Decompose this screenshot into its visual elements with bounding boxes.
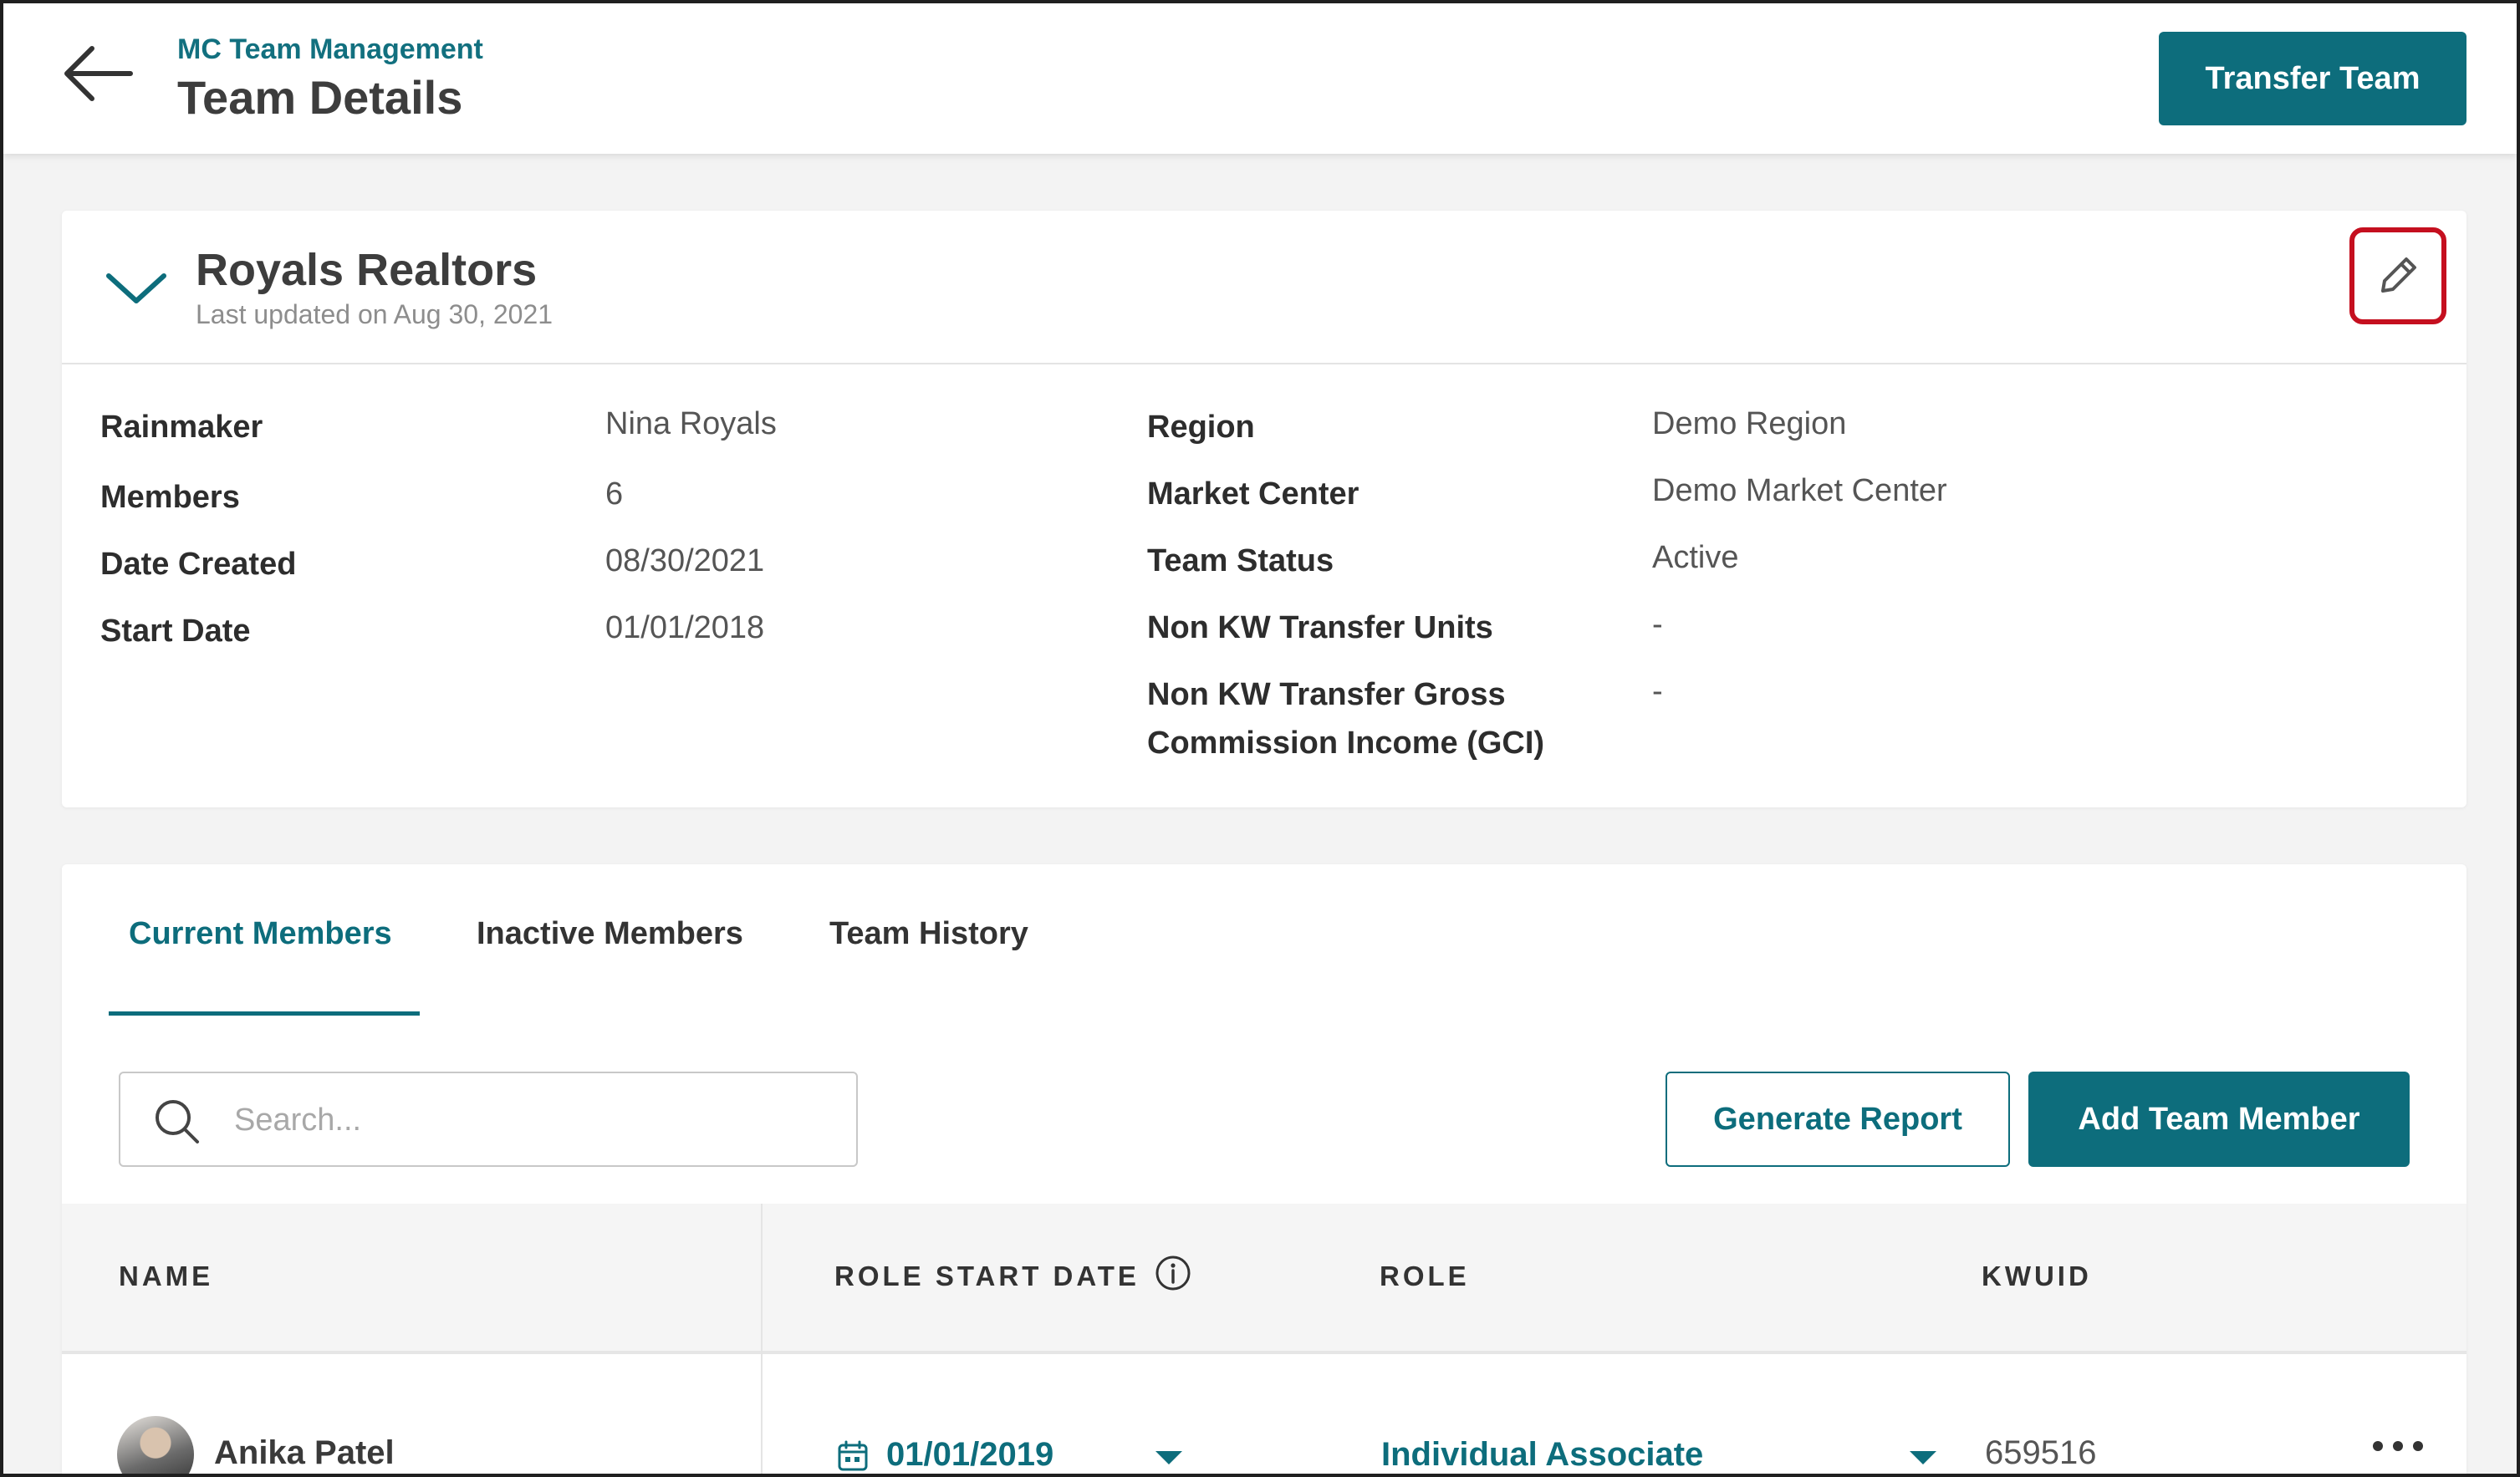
search-box [119, 1072, 858, 1167]
detail-value-team-status: Active [1652, 540, 1739, 575]
last-updated: Last updated on Aug 30, 2021 [196, 299, 553, 329]
detail-label-date-created: Date Created [100, 547, 297, 582]
member-name[interactable]: Anika Patel [214, 1434, 395, 1472]
detail-value-date-created: 08/30/2021 [605, 543, 765, 578]
detail-label-market-center: Market Center [1147, 476, 1359, 512]
detail-value-market-center: Demo Market Center [1652, 473, 1947, 508]
detail-label-region: Region [1147, 410, 1255, 445]
column-header-role[interactable]: ROLE [1380, 1261, 1470, 1292]
caret-down-icon [1155, 1451, 1182, 1464]
members-card: Current Members Inactive Members Team Hi… [62, 864, 2466, 1474]
detail-label-team-status: Team Status [1147, 543, 1334, 578]
team-card-header: Royals Realtors Last updated on Aug 30, … [62, 211, 2466, 364]
info-icon[interactable] [1154, 1254, 1192, 1292]
team-name: Royals Realtors [196, 245, 538, 295]
role-start-date-picker[interactable]: 01/01/2019 [836, 1431, 1182, 1474]
back-arrow-icon [64, 46, 133, 101]
add-team-member-button[interactable]: Add Team Member [2028, 1072, 2410, 1167]
column-header-kwuid[interactable]: KWUID [1982, 1261, 2092, 1292]
transfer-team-button[interactable]: Transfer Team [2159, 32, 2466, 125]
detail-value-start-date: 01/01/2018 [605, 610, 765, 645]
calendar-icon [838, 1440, 868, 1471]
detail-label-rainmaker: Rainmaker [100, 410, 263, 445]
app-window: MC Team Management Team Details Transfer… [0, 0, 2520, 1477]
search-icon [156, 1100, 199, 1143]
role-start-date-value: 01/01/2019 [886, 1436, 1054, 1473]
detail-label-start-date: Start Date [100, 614, 251, 649]
kwuid-value: 659516 [1985, 1434, 2097, 1471]
detail-value-region: Demo Region [1652, 406, 1847, 441]
detail-label-members: Members [100, 480, 240, 515]
back-button[interactable] [59, 40, 139, 107]
detail-value-members: 6 [605, 476, 624, 512]
role-dropdown[interactable]: Individual Associate [1381, 1431, 1941, 1474]
caret-down-icon [1910, 1451, 1936, 1464]
role-value: Individual Associate [1381, 1436, 1704, 1473]
detail-value-rainmaker: Nina Royals [605, 406, 777, 441]
detail-value-transfer-gci: - [1652, 674, 1663, 709]
team-details-card: Royals Realtors Last updated on Aug 30, … [62, 211, 2466, 807]
search-input[interactable] [234, 1090, 836, 1150]
breadcrumb[interactable]: MC Team Management [177, 33, 483, 66]
edit-team-button[interactable] [2349, 227, 2446, 324]
tab-inactive-members[interactable]: Inactive Members [477, 916, 743, 952]
row-actions-button[interactable] [2366, 1424, 2433, 1474]
generate-report-button[interactable]: Generate Report [1666, 1072, 2010, 1167]
page-title: Team Details [177, 71, 463, 124]
detail-value-transfer-units: - [1652, 607, 1663, 642]
avatar [117, 1416, 194, 1474]
chevron-down-icon [106, 273, 166, 303]
table-row[interactable]: Anika Patel 01/01/2019 Individual Associ… [62, 1357, 2466, 1474]
column-header-role-start-date[interactable]: ROLE START DATE [834, 1261, 1140, 1292]
active-tab-indicator [109, 1011, 420, 1016]
table-header: NAME ROLE START DATE ROLE KWUID [62, 1204, 2466, 1354]
collapse-toggle[interactable] [104, 266, 169, 313]
tab-current-members[interactable]: Current Members [129, 916, 392, 952]
page-header: MC Team Management Team Details Transfer… [3, 3, 2517, 154]
detail-label-transfer-units: Non KW Transfer Units [1147, 610, 1493, 645]
tab-team-history[interactable]: Team History [829, 916, 1028, 952]
detail-label-transfer-gci: Non KW Transfer Gross Commission Income … [1147, 677, 1545, 761]
column-header-name[interactable]: NAME [119, 1261, 213, 1292]
more-horizontal-icon [2373, 1441, 2423, 1451]
pencil-icon [2381, 257, 2416, 293]
